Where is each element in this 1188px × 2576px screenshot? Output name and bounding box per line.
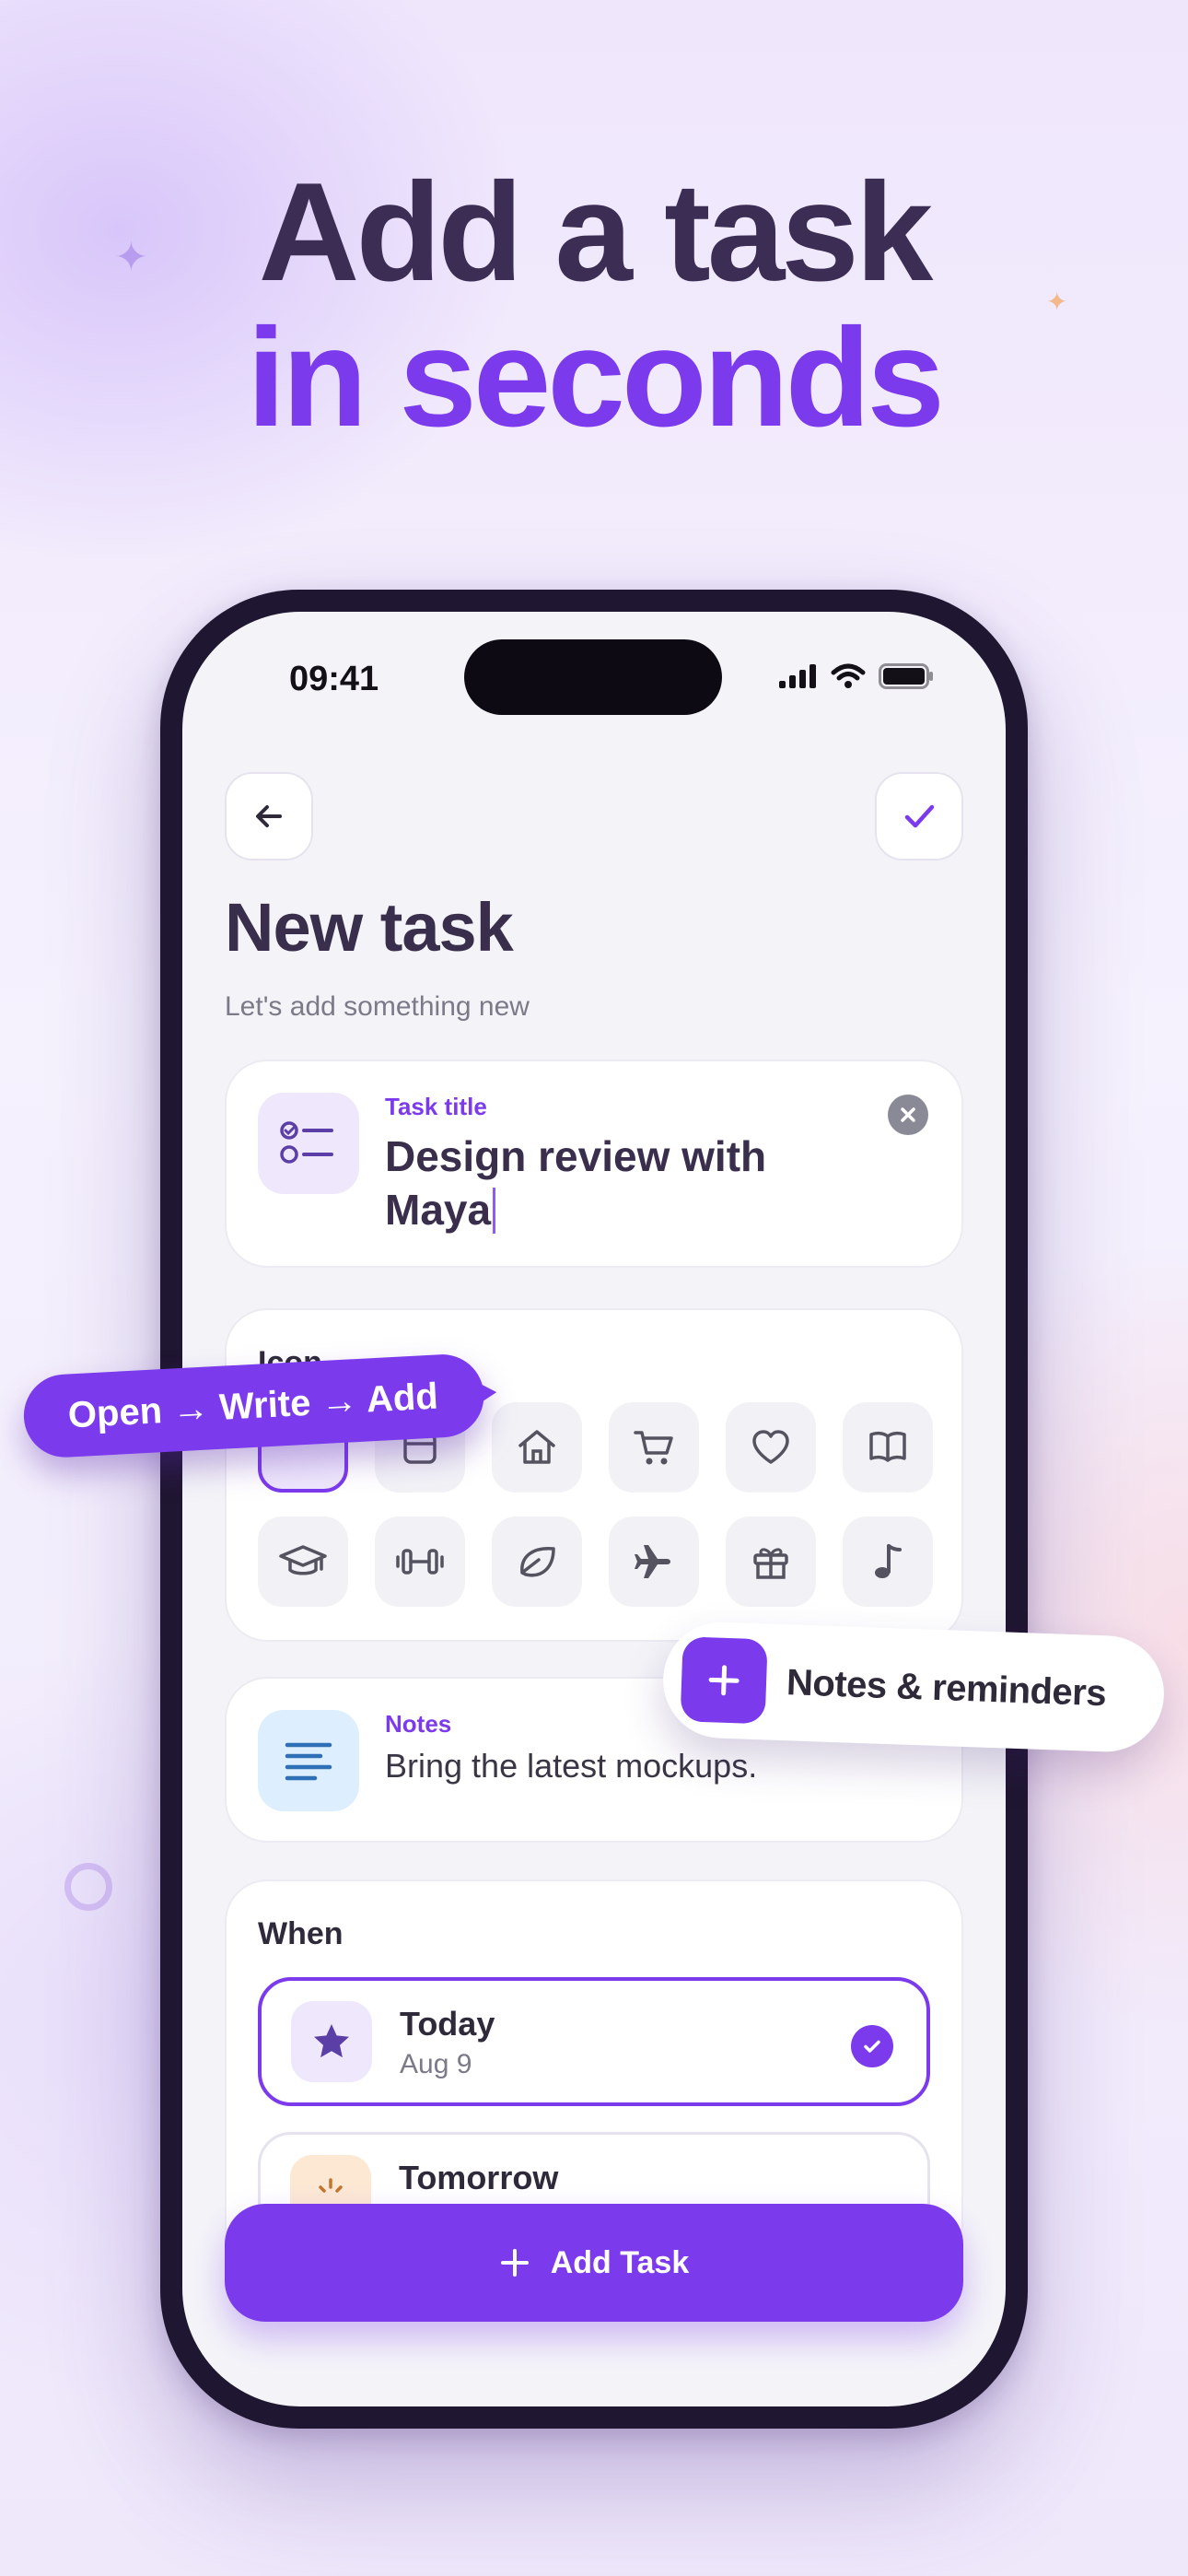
confirm-button[interactable]: [875, 772, 963, 861]
battery-icon: [879, 663, 933, 689]
music-note-icon: [875, 1544, 902, 1578]
wifi-icon: [831, 663, 866, 688]
status-icons: [779, 663, 934, 689]
notes-label: Notes: [385, 1710, 452, 1738]
icon-option-book[interactable]: [843, 1402, 933, 1493]
status-time: 09:41: [289, 660, 379, 698]
clear-button[interactable]: [888, 1095, 928, 1135]
text-lines-icon: [258, 1710, 359, 1811]
home-icon: [518, 1430, 555, 1464]
task-title-label: Task title: [385, 1093, 487, 1120]
sparkle-icon: ✦: [1046, 287, 1068, 316]
phone-frame: 09:41 New task Let's add something new T…: [160, 590, 1028, 2429]
back-button[interactable]: [225, 772, 313, 861]
icon-option-airplane[interactable]: [609, 1516, 699, 1607]
gift-icon: [753, 1548, 788, 1579]
star-icon: [291, 2001, 372, 2082]
notes-input[interactable]: Bring the latest mockups.: [385, 1747, 757, 1786]
graduation-cap-icon: [279, 1545, 327, 1575]
plus-icon: [680, 1636, 768, 1725]
icon-option-heart[interactable]: [726, 1402, 816, 1493]
feature-callout-text: Notes & reminders: [786, 1661, 1107, 1714]
book-icon: [869, 1431, 906, 1462]
plus-icon: [500, 2249, 529, 2277]
headline-line-2: in seconds: [247, 299, 945, 456]
airplane-icon: [635, 1545, 670, 1578]
when-option-subtitle: Aug 9: [400, 2049, 472, 2079]
icon-option-gift[interactable]: [726, 1516, 816, 1607]
when-option-today[interactable]: Today Aug 9: [258, 1977, 930, 2106]
checklist-icon: [258, 1093, 359, 1194]
icon-option-leaf[interactable]: [492, 1516, 582, 1607]
when-option-title: Today: [400, 2005, 495, 2043]
headline-line-1: Add a task: [258, 154, 934, 310]
clear-icon: [901, 1107, 915, 1122]
icon-option-home[interactable]: [492, 1402, 582, 1493]
page-subtitle: Let's add something new: [225, 991, 530, 1022]
selected-check-icon: [851, 2025, 893, 2067]
icon-option-music[interactable]: [843, 1516, 933, 1607]
dumbbell-icon: [396, 1549, 444, 1575]
signal-icon: [779, 664, 816, 688]
leaf-icon: [520, 1547, 555, 1577]
icon-option-graduation[interactable]: [258, 1516, 348, 1607]
when-option-title: Tomorrow: [399, 2159, 559, 2196]
arrow-left-icon: [256, 805, 282, 827]
page-title: New task: [225, 889, 514, 966]
add-task-label: Add Task: [550, 2244, 690, 2280]
task-title-line-2: Maya: [385, 1186, 492, 1234]
task-title-line-1: Design review with: [385, 1132, 767, 1180]
add-task-button[interactable]: Add Task: [225, 2204, 963, 2322]
text-caret: [493, 1188, 496, 1234]
cart-icon: [634, 1431, 673, 1465]
icon-picker-card: Icon: [225, 1308, 963, 1642]
dynamic-island: [464, 639, 722, 715]
task-title-input[interactable]: Design review with Maya: [385, 1130, 790, 1236]
when-label: When: [258, 1916, 344, 1951]
checkmark-icon: [904, 804, 935, 828]
phone-screen: 09:41 New task Let's add something new T…: [182, 612, 1006, 2406]
heart-icon: [752, 1430, 789, 1464]
icon-option-dumbbell[interactable]: [375, 1516, 465, 1607]
icon-option-cart[interactable]: [609, 1402, 699, 1493]
sparkle-icon: ✦: [114, 235, 148, 280]
feature-callout: Notes & reminders: [660, 1620, 1167, 1754]
task-title-card[interactable]: Task title Design review with Maya: [225, 1060, 963, 1268]
decorative-ring: [64, 1863, 112, 1911]
